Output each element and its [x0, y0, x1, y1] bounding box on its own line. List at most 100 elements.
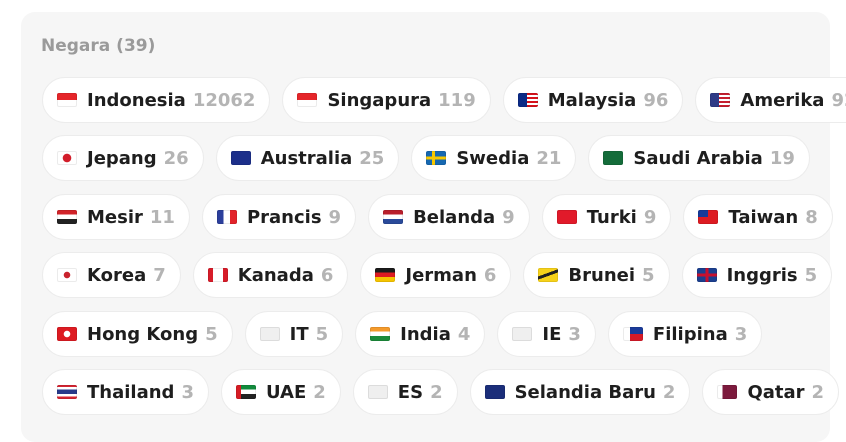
country-name: Prancis — [246, 206, 322, 228]
country-chip[interactable]: India 4 — [355, 311, 486, 357]
country-row: Mesir 11 Prancis 9 Belanda 9 Turki 9 Taiwan 8 — [42, 194, 845, 240]
country-name: Belanda — [413, 206, 496, 228]
country-chip[interactable]: Amerika 92 — [695, 77, 846, 123]
country-name: Hong Kong — [87, 323, 199, 345]
country-chip[interactable]: Jerman 6 — [360, 252, 512, 298]
country-name: Australia — [260, 147, 353, 169]
country-name: Jepang — [87, 147, 157, 169]
country-name: Qatar — [747, 381, 805, 403]
canada-flag-icon — [207, 268, 228, 282]
country-chip[interactable]: Australia 25 — [215, 135, 400, 181]
uae-flag-icon — [235, 385, 256, 399]
country-name: IT — [289, 323, 309, 345]
country-chip[interactable]: Indonesia 12062 — [42, 77, 271, 123]
country-name: Selandia Baru — [514, 381, 656, 403]
new-zealand-flag-icon — [484, 385, 505, 399]
turkey-flag-icon — [556, 210, 577, 224]
country-chip[interactable]: Taiwan 8 — [683, 194, 833, 240]
indonesia-flag-icon — [57, 93, 77, 107]
korea-flag-icon — [57, 268, 77, 282]
country-chip[interactable]: Swedia 21 — [411, 135, 577, 181]
country-name: India — [400, 323, 451, 345]
country-count: 12062 — [192, 89, 256, 111]
country-chip[interactable]: IT 5 — [244, 311, 344, 357]
country-row: Korea 7 Kanada 6 Jerman 6 Brunei 5 Inggris 5 — [42, 252, 844, 298]
country-chip[interactable]: Inggris 5 — [681, 252, 833, 298]
country-chip[interactable]: Selandia Baru 2 — [469, 369, 691, 415]
country-count: 2 — [313, 381, 326, 403]
country-chip[interactable]: Jepang 26 — [42, 135, 204, 181]
country-count: 3 — [568, 323, 581, 345]
country-name: Thailand — [87, 381, 175, 403]
country-name: Amerika — [740, 89, 825, 111]
brunei-flag-icon — [538, 268, 559, 282]
japan-flag-icon — [57, 151, 77, 165]
country-chip[interactable]: Hong Kong 5 — [42, 311, 233, 357]
country-name: Malaysia — [547, 89, 637, 111]
country-count: 6 — [320, 264, 334, 286]
country-row: Jepang 26 Australia 25 Swedia 21 Saudi Arabia 1… — [42, 135, 822, 181]
country-chip[interactable]: UAE 2 — [220, 369, 341, 415]
country-name: Brunei — [568, 264, 636, 286]
country-name: Taiwan — [728, 206, 799, 228]
saudi-arabia-flag-icon — [603, 151, 624, 165]
country-count: 9 — [328, 206, 342, 228]
country-chip[interactable]: Prancis 9 — [201, 194, 357, 240]
country-count: 26 — [163, 147, 189, 169]
country-name: Filipina — [652, 323, 728, 345]
country-chip[interactable]: IE 3 — [497, 311, 596, 357]
country-chip[interactable]: Malaysia 96 — [502, 77, 684, 123]
country-chip[interactable]: Qatar 2 — [702, 369, 840, 415]
country-name: ES — [397, 381, 424, 403]
panel-title: Negara (39) — [41, 36, 156, 56]
country-chip[interactable]: Korea 7 — [42, 252, 181, 298]
country-name: Kanada — [237, 264, 314, 286]
country-count: 8 — [805, 206, 818, 228]
malaysia-flag-icon — [517, 93, 538, 107]
country-name: Saudi Arabia — [633, 147, 763, 169]
country-chip[interactable]: Kanada 6 — [192, 252, 349, 298]
thailand-flag-icon — [57, 385, 77, 399]
uk-flag-icon — [696, 268, 717, 282]
country-count: 7 — [153, 264, 166, 286]
country-count: 119 — [438, 89, 476, 111]
netherlands-flag-icon — [383, 210, 404, 224]
australia-flag-icon — [230, 151, 251, 165]
france-flag-icon — [216, 210, 237, 224]
country-count: 3 — [181, 381, 194, 403]
country-name: Singapura — [327, 89, 432, 111]
country-count: 11 — [149, 206, 175, 228]
country-count: 6 — [483, 264, 497, 286]
country-count: 2 — [430, 381, 443, 403]
countries-panel: Negara (39) Indonesia 12062 Singapura 119 Ma… — [21, 12, 846, 442]
country-count: 4 — [457, 323, 471, 345]
country-count: 5 — [205, 323, 218, 345]
india-flag-icon — [370, 327, 391, 341]
country-chip[interactable]: ES 2 — [352, 369, 458, 415]
hong-kong-flag-icon — [57, 327, 77, 341]
taiwan-flag-icon — [698, 210, 719, 224]
country-count: 3 — [734, 323, 748, 345]
country-chip[interactable]: Mesir 11 — [42, 194, 190, 240]
country-chip[interactable]: Thailand 3 — [42, 369, 209, 415]
country-chip[interactable]: Turki 9 — [541, 194, 672, 240]
country-name: Inggris — [726, 264, 798, 286]
singapore-flag-icon — [297, 93, 318, 107]
country-count: 25 — [359, 147, 385, 169]
country-count: 5 — [315, 323, 329, 345]
country-chip[interactable]: Filipina 3 — [607, 311, 763, 357]
country-chip[interactable]: Belanda 9 — [368, 194, 530, 240]
white-flag-icon — [259, 327, 280, 341]
country-name: Mesir — [87, 206, 143, 228]
usa-flag-icon — [710, 93, 731, 107]
country-count: 9 — [502, 206, 515, 228]
white-flag-icon — [512, 327, 533, 341]
country-count: 2 — [811, 381, 825, 403]
country-chip[interactable]: Brunei 5 — [523, 252, 670, 298]
country-name: IE — [542, 323, 562, 345]
country-name: UAE — [265, 381, 307, 403]
country-chip[interactable]: Saudi Arabia 19 — [588, 135, 810, 181]
country-chip[interactable]: Singapura 119 — [282, 77, 491, 123]
country-count: 2 — [662, 381, 676, 403]
country-name: Swedia — [456, 147, 530, 169]
